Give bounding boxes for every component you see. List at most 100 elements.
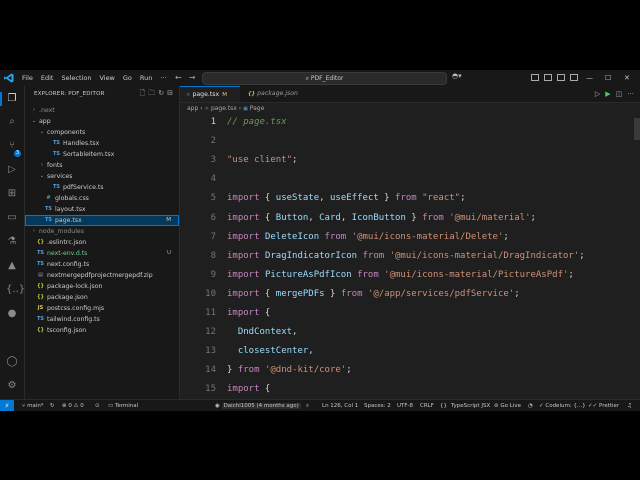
tree-file[interactable]: TS pdfService.ts	[25, 182, 179, 193]
ports-icon[interactable]: ⊙	[95, 400, 100, 411]
run-debug-icon[interactable]: ▷	[6, 164, 18, 176]
maximize-button[interactable]: ☐	[605, 70, 611, 86]
tree-file[interactable]: TS tailwind.config.ts	[25, 314, 179, 325]
code-token: Button	[275, 212, 309, 223]
settings-gear-icon[interactable]: ⚙	[6, 380, 18, 392]
tree-file[interactable]: TS next-env.d.ts U	[25, 248, 179, 259]
tree-file[interactable]: # globals.css	[25, 193, 179, 204]
breadcrumb-symbol[interactable]: Page	[250, 105, 265, 112]
code-token: DragIndicatorIcon	[264, 250, 358, 261]
line-number: 2	[210, 136, 216, 147]
source-control-badge: 3	[14, 150, 21, 157]
remote-indicator-icon[interactable]: ⚡	[0, 400, 14, 411]
codeium-status[interactable]: ✓ Codeium: {...}	[539, 400, 586, 411]
menu-edit[interactable]: Edit	[41, 70, 54, 86]
json-tools-icon[interactable]: {..}	[6, 284, 25, 296]
accounts-icon[interactable]: ◯	[6, 356, 18, 368]
bell-icon[interactable]: ♫	[627, 400, 632, 411]
more-actions-icon[interactable]: ···	[627, 90, 634, 98]
tree-folder[interactable]: ⌄ services	[25, 171, 179, 182]
close-button[interactable]: ✕	[624, 70, 630, 86]
menu-run[interactable]: Run	[140, 70, 152, 86]
tree-file[interactable]: {} package-lock.json	[25, 281, 179, 292]
menu-selection[interactable]: Selection	[61, 70, 91, 86]
tab-page-tsx[interactable]: ⚛ page.tsx M	[180, 86, 240, 102]
minimize-button[interactable]: —	[586, 70, 593, 86]
remote-explorer-icon[interactable]: ▭	[6, 212, 18, 224]
copilot-icon[interactable]: ◓▾	[452, 72, 462, 80]
indentation[interactable]: Spaces: 2	[364, 400, 391, 411]
menu-more-icon[interactable]: ···	[160, 70, 166, 86]
problems-indicator[interactable]: ⊗ 0 ⚠ 0	[62, 400, 84, 411]
breadcrumb-app[interactable]: app	[187, 105, 198, 112]
editor-tabs: ⚛ page.tsx M {} package.json ▷ ▶ ◫ ···	[180, 86, 640, 103]
menu-file[interactable]: File	[22, 70, 33, 86]
tree-item-label: next.config.ts	[47, 261, 90, 268]
tree-folder[interactable]: › .next	[25, 105, 179, 116]
tab-package-json[interactable]: {} package.json	[242, 86, 308, 102]
tree-file[interactable]: ▤ nextmergepdfprojectmergepdf.zip	[25, 270, 179, 281]
search-icon[interactable]: ⌕	[6, 116, 18, 128]
back-arrow-icon[interactable]: ←	[175, 73, 182, 82]
tree-file[interactable]: {} package.json	[25, 292, 179, 303]
git-branch[interactable]: ⑂ main*	[22, 400, 44, 411]
editor-scrollbar[interactable]	[632, 115, 640, 399]
scrollbar-thumb[interactable]	[634, 118, 640, 140]
menu-go[interactable]: Go	[123, 70, 132, 86]
refresh-icon[interactable]: ↻	[158, 89, 164, 97]
breadcrumb-file[interactable]: page.tsx	[211, 105, 237, 112]
encoding[interactable]: UTF-8	[397, 400, 413, 411]
toggle-panel-icon[interactable]	[544, 74, 552, 81]
command-center-search[interactable]: ⌕ PDF_Editor	[202, 72, 447, 85]
new-file-icon[interactable]: 🗋	[140, 89, 146, 97]
go-live-button[interactable]: ⊚ Go Live	[494, 400, 521, 411]
prettier-status[interactable]: ✓✓ Prettier	[588, 400, 619, 411]
tree-item-label: app	[39, 118, 51, 125]
split-editor-icon[interactable]: ◫	[616, 90, 623, 98]
json-icon[interactable]: ●	[6, 308, 18, 320]
toggle-sidebar-icon[interactable]	[531, 74, 539, 81]
tree-file[interactable]: JS postcss.config.mjs	[25, 303, 179, 314]
tree-file[interactable]: TS next.config.ts	[25, 259, 179, 270]
git-blame[interactable]: ◉ Daichi1005 (4 months ago)	[215, 400, 301, 411]
tree-folder[interactable]: › node_modules	[25, 226, 179, 237]
tree-file[interactable]: TS layout.tsx	[25, 204, 179, 215]
deploy-icon[interactable]: ▲	[6, 260, 18, 272]
cursor-position[interactable]: Ln 126, Col 1	[322, 400, 358, 411]
tab-modified-marker: M	[222, 92, 227, 98]
tree-file[interactable]: TS Handles.tsx	[25, 138, 179, 149]
tab-label: package.json	[257, 90, 298, 97]
tree-folder[interactable]: ⌄ components	[25, 127, 179, 138]
testing-icon[interactable]: ⚗	[6, 236, 18, 248]
toggle-secondary-sidebar-icon[interactable]	[557, 74, 565, 81]
tree-folder[interactable]: › fonts	[25, 160, 179, 171]
language-mode[interactable]: TypeScript JSX	[451, 400, 490, 411]
collapse-all-icon[interactable]: ⊟	[167, 89, 173, 97]
new-folder-icon[interactable]: 🗀	[148, 89, 155, 97]
tree-file[interactable]: {} .eslintrc.json	[25, 237, 179, 248]
tree-file[interactable]: TS SortableItem.tsx	[25, 149, 179, 160]
zoom-icon[interactable]: ⌕	[306, 400, 309, 411]
code-editor[interactable]: 1 // page.tsx 2 3 "use client"; 4 5 import { us…	[180, 115, 632, 399]
explorer-icon[interactable]: ❐	[6, 93, 18, 105]
tree-folder[interactable]: ⌄ app	[25, 116, 179, 127]
tsx-file-icon: ⚛	[204, 106, 210, 112]
run-file-icon[interactable]: ▷	[595, 90, 600, 98]
forward-arrow-icon[interactable]: →	[189, 73, 196, 82]
run-code-icon[interactable]: ▶	[605, 90, 610, 98]
code-token: import	[227, 269, 260, 280]
code-line: import PictureAsPdfIcon from '@mui/icons…	[227, 270, 574, 280]
notifications-icon[interactable]: ◔	[528, 400, 533, 411]
line-ending[interactable]: CRLF	[420, 400, 434, 411]
ts-file-icon: TS	[37, 316, 45, 322]
terminal-button[interactable]: ▭ Terminal	[108, 400, 138, 411]
code-line: DndContext,	[227, 327, 298, 337]
extensions-icon[interactable]: ⊞	[6, 188, 18, 200]
tree-file[interactable]: TS page.tsx M	[25, 215, 179, 226]
tree-file[interactable]: {} tsconfig.json	[25, 325, 179, 336]
tree-item-label: .eslintrc.json	[47, 239, 87, 246]
sync-icon[interactable]: ↻	[50, 400, 55, 411]
code-token: import	[227, 212, 260, 223]
menu-view[interactable]: View	[99, 70, 114, 86]
customize-layout-icon[interactable]	[570, 74, 578, 81]
